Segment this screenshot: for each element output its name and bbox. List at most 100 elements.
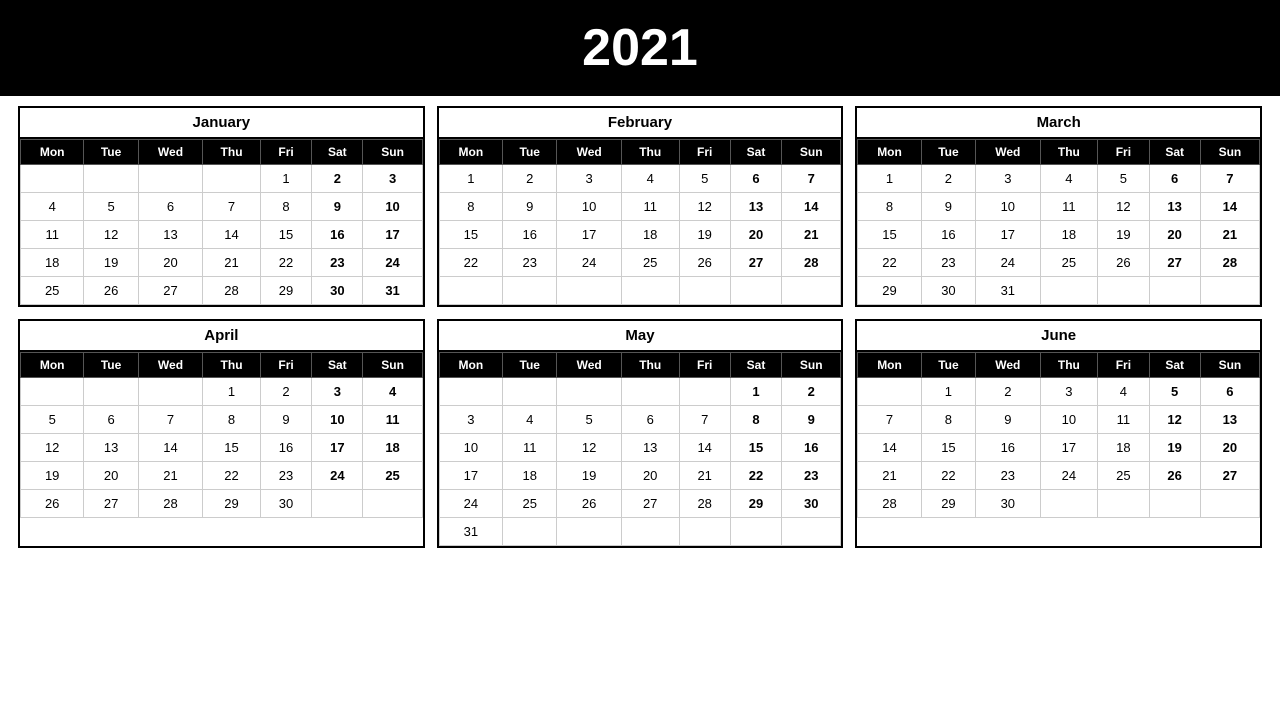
table-cell: 19 xyxy=(1149,434,1200,462)
table-cell: 21 xyxy=(203,249,261,277)
table-cell xyxy=(503,277,557,305)
table-cell: 26 xyxy=(557,490,621,518)
header-thu: Thu xyxy=(1040,353,1098,378)
header-sat: Sat xyxy=(312,353,363,378)
table-cell: 1 xyxy=(203,378,261,406)
table-cell xyxy=(503,518,557,546)
header-thu: Thu xyxy=(203,353,261,378)
header-mon: Mon xyxy=(21,353,84,378)
table-cell: 16 xyxy=(503,221,557,249)
table-row: 78910111213 xyxy=(858,406,1260,434)
header-tue: Tue xyxy=(503,353,557,378)
table-row: 45678910 xyxy=(21,193,423,221)
table-cell: 13 xyxy=(84,434,138,462)
table-cell: 1 xyxy=(858,165,921,193)
table-cell: 28 xyxy=(1200,249,1259,277)
header-sat: Sat xyxy=(730,353,781,378)
table-cell: 23 xyxy=(976,462,1040,490)
header-sat: Sat xyxy=(730,140,781,165)
table-cell: 8 xyxy=(858,193,921,221)
table-cell: 6 xyxy=(1200,378,1259,406)
table-cell: 27 xyxy=(84,490,138,518)
table-cell: 5 xyxy=(557,406,621,434)
table-cell: 9 xyxy=(260,406,311,434)
table-cell: 28 xyxy=(782,249,841,277)
table-cell: 14 xyxy=(858,434,921,462)
header-mon: Mon xyxy=(858,353,921,378)
table-cell: 25 xyxy=(21,277,84,305)
table-cell: 28 xyxy=(138,490,202,518)
table-cell: 5 xyxy=(1098,165,1149,193)
table-cell: 7 xyxy=(1200,165,1259,193)
table-cell: 2 xyxy=(921,165,975,193)
table-cell xyxy=(730,277,781,305)
table-cell: 6 xyxy=(621,406,679,434)
table-row: 282930 xyxy=(858,490,1260,518)
table-cell: 12 xyxy=(84,221,138,249)
table-cell: 23 xyxy=(921,249,975,277)
table-row: 22232425262728 xyxy=(439,249,841,277)
table-row: 15161718192021 xyxy=(858,221,1260,249)
table-cell: 26 xyxy=(84,277,138,305)
table-cell: 29 xyxy=(260,277,311,305)
table-cell: 14 xyxy=(1200,193,1259,221)
table-cell: 6 xyxy=(138,193,202,221)
table-cell: 6 xyxy=(730,165,781,193)
table-cell: 11 xyxy=(1040,193,1098,221)
header-wed: Wed xyxy=(557,353,621,378)
table-cell: 15 xyxy=(858,221,921,249)
table-row: 21222324252627 xyxy=(858,462,1260,490)
table-cell xyxy=(1200,490,1259,518)
table-cell: 19 xyxy=(679,221,730,249)
header-wed: Wed xyxy=(557,140,621,165)
year-label: 2021 xyxy=(582,19,698,77)
table-cell: 22 xyxy=(858,249,921,277)
table-cell: 5 xyxy=(1149,378,1200,406)
table-row: 1234567 xyxy=(858,165,1260,193)
table-cell xyxy=(679,378,730,406)
month-title-april: April xyxy=(20,321,423,352)
table-cell: 28 xyxy=(679,490,730,518)
table-cell xyxy=(21,378,84,406)
table-cell: 5 xyxy=(21,406,84,434)
table-cell: 12 xyxy=(557,434,621,462)
table-cell: 27 xyxy=(1200,462,1259,490)
table-cell: 5 xyxy=(84,193,138,221)
table-cell: 30 xyxy=(260,490,311,518)
table-cell: 13 xyxy=(621,434,679,462)
table-cell: 15 xyxy=(730,434,781,462)
table-cell: 18 xyxy=(21,249,84,277)
header-tue: Tue xyxy=(503,140,557,165)
table-cell: 28 xyxy=(203,277,261,305)
table-cell: 30 xyxy=(312,277,363,305)
table-cell: 25 xyxy=(363,462,422,490)
table-cell: 12 xyxy=(21,434,84,462)
table-cell xyxy=(203,165,261,193)
header-tue: Tue xyxy=(84,140,138,165)
header-sun: Sun xyxy=(782,140,841,165)
table-cell: 9 xyxy=(312,193,363,221)
month-title-january: January xyxy=(20,108,423,139)
table-cell: 29 xyxy=(921,490,975,518)
table-row: 18192021222324 xyxy=(21,249,423,277)
table-cell: 15 xyxy=(439,221,502,249)
table-cell: 2 xyxy=(976,378,1040,406)
table-cell: 24 xyxy=(976,249,1040,277)
table-row: 293031 xyxy=(858,277,1260,305)
header-tue: Tue xyxy=(921,140,975,165)
header-wed: Wed xyxy=(138,353,202,378)
table-row: 3456789 xyxy=(439,406,841,434)
table-cell: 24 xyxy=(1040,462,1098,490)
table-cell: 27 xyxy=(1149,249,1200,277)
header-wed: Wed xyxy=(138,140,202,165)
table-cell: 11 xyxy=(1098,406,1149,434)
table-cell: 3 xyxy=(976,165,1040,193)
table-cell: 13 xyxy=(730,193,781,221)
table-cell xyxy=(557,518,621,546)
table-cell: 16 xyxy=(312,221,363,249)
table-cell: 28 xyxy=(858,490,921,518)
table-cell: 26 xyxy=(1149,462,1200,490)
table-cell: 5 xyxy=(679,165,730,193)
table-row: 1234567 xyxy=(439,165,841,193)
table-cell: 4 xyxy=(503,406,557,434)
